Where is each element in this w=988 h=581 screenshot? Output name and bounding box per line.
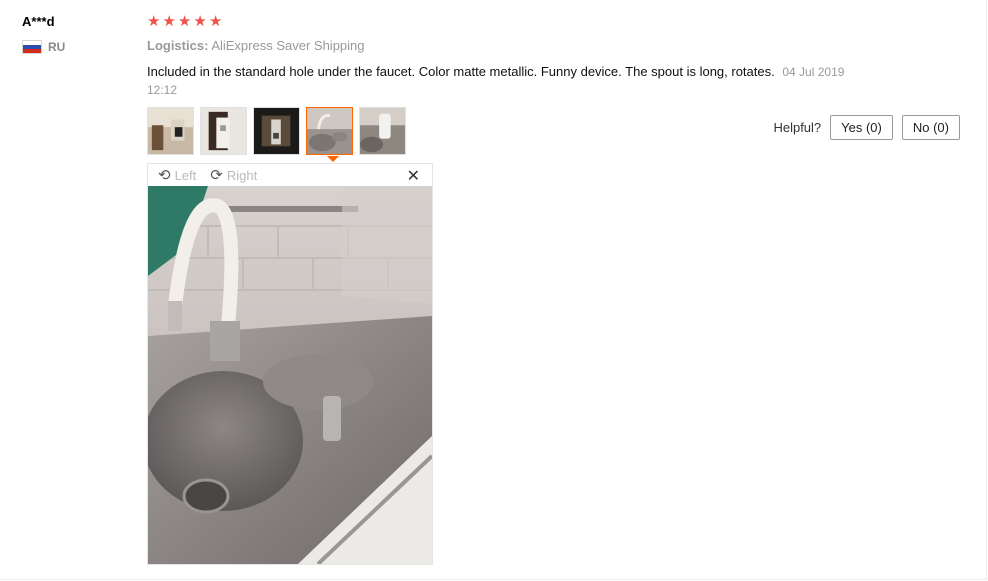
star-icon: ★ xyxy=(177,13,192,30)
viewer-toolbar: ⟲ Left ⟳ Right ✕ xyxy=(148,164,432,186)
review-photo-thumbnails xyxy=(147,107,406,155)
close-icon[interactable]: ✕ xyxy=(407,166,420,186)
star-icon: ★ xyxy=(162,13,176,30)
logistics-label: Logistics: xyxy=(147,38,209,53)
rotate-right-label: Right xyxy=(226,167,258,183)
active-thumbnail-pointer xyxy=(327,156,339,162)
review-text: Included in the standard hole under the … xyxy=(147,64,775,79)
logistics-info: Logistics: AliExpress Saver Shipping xyxy=(147,38,365,53)
country-code: RU xyxy=(48,40,66,54)
helpful-vote: Helpful? Yes (0) No (0) xyxy=(773,115,960,140)
no-vote-button[interactable]: No (0) xyxy=(901,115,960,140)
rotate-right-button[interactable]: ⟳ Right xyxy=(210,168,257,183)
photo-thumbnail[interactable] xyxy=(359,107,406,155)
star-rating: ★ ★ ★ ★ ★ xyxy=(147,14,222,30)
rotate-left-icon: ⟲ xyxy=(158,166,171,184)
flag-icon xyxy=(22,40,42,54)
star-icon: ★ xyxy=(147,13,161,30)
reviewer-name: A***d xyxy=(22,14,55,29)
review-photo-large xyxy=(148,186,432,564)
rotate-right-icon: ⟳ xyxy=(210,166,223,184)
rotate-left-label: Left xyxy=(174,167,197,183)
reviewer-country: RU xyxy=(22,40,65,54)
photo-thumbnail[interactable] xyxy=(200,107,247,155)
photo-thumbnail-active[interactable] xyxy=(306,107,353,155)
star-icon: ★ xyxy=(208,13,223,30)
rotate-left-button[interactable]: ⟲ Left xyxy=(158,168,196,183)
yes-vote-button[interactable]: Yes (0) xyxy=(830,115,893,140)
logistics-value: AliExpress Saver Shipping xyxy=(211,38,365,53)
review-body: Included in the standard hole under the … xyxy=(147,63,867,99)
helpful-label: Helpful? xyxy=(773,120,822,135)
star-icon: ★ xyxy=(193,13,207,30)
photo-viewer: ⟲ Left ⟳ Right ✕ xyxy=(147,163,433,565)
photo-thumbnail[interactable] xyxy=(147,107,194,155)
photo-thumbnail[interactable] xyxy=(253,107,300,155)
